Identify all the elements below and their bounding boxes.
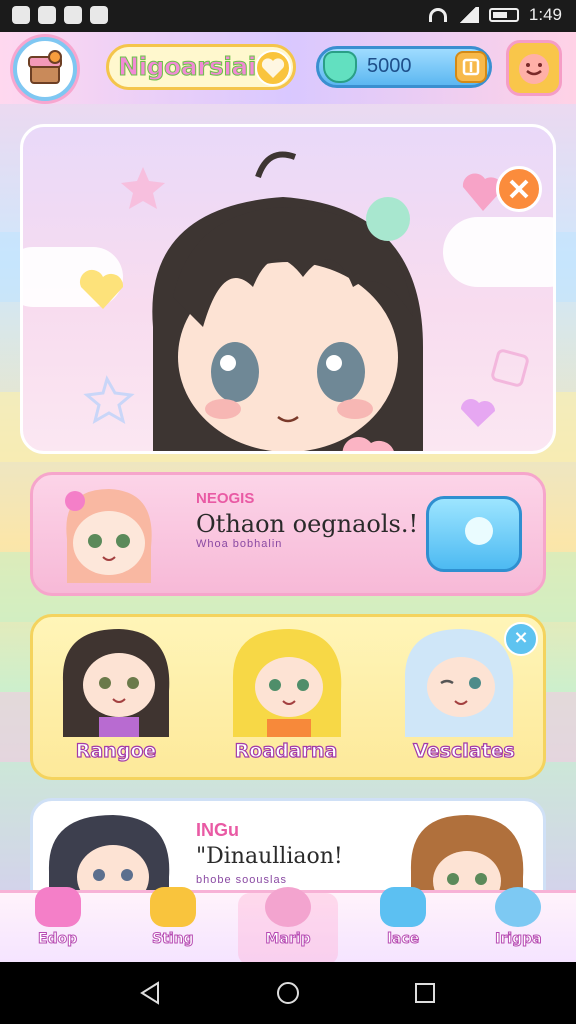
signal-icon [456, 7, 479, 23]
feature-badge: NEOGIS [196, 490, 255, 507]
main-character-illustration [79, 151, 529, 451]
status-bar: 1:49 [0, 0, 576, 32]
home-icon [34, 887, 81, 927]
character-portrait-3 [404, 629, 514, 737]
gem-icon [323, 51, 357, 83]
chat-icon [380, 887, 427, 927]
heart-icon [255, 50, 291, 86]
second-card-badge: INGu [196, 820, 239, 840]
nav-label: Marip [265, 931, 311, 948]
roster-close-button[interactable]: × [504, 622, 538, 656]
close-icon [509, 179, 529, 199]
close-button[interactable] [496, 166, 542, 212]
close-icon: × [513, 627, 529, 648]
second-card-subline: bhobe soouslas [196, 874, 288, 886]
nav-label: Sting [152, 931, 195, 948]
clock: 1:49 [528, 5, 562, 24]
ghost-icon [465, 517, 493, 545]
recents-icon[interactable] [412, 980, 438, 1006]
shop-icon [28, 50, 62, 84]
nav-label: Irigpa [495, 931, 542, 948]
system-status: 1:49 [428, 5, 562, 25]
roster-name-2[interactable]: Roadarna [216, 739, 356, 762]
nav-lace[interactable]: lace [353, 887, 453, 965]
system-navigation-bar [0, 962, 576, 1024]
character-icon [264, 887, 311, 927]
feature-subline: Whoa bobhalin [196, 538, 283, 550]
notification-icon [38, 6, 56, 24]
roster-name-3[interactable]: Vesclates [394, 739, 534, 762]
nav-sting[interactable]: Sting [123, 887, 223, 965]
second-card-headline: "Dinaulliaon! [196, 844, 343, 869]
ghost-icon [495, 887, 542, 927]
notification-icon [12, 6, 30, 24]
smiley-face-icon [519, 54, 549, 84]
bottom-navigation: Edop Sting Marip lace Irigpa [0, 887, 576, 965]
home-circle-icon[interactable] [275, 980, 301, 1006]
character-portrait-2 [232, 629, 342, 737]
star-cat-icon [149, 887, 196, 927]
roster-portraits [62, 629, 514, 737]
feature-headline: Othaon oegnaols.! [196, 510, 419, 538]
profile-button[interactable] [506, 40, 562, 96]
notification-icon [90, 6, 108, 24]
plus-icon [462, 58, 480, 76]
nav-label: Edop [37, 931, 78, 948]
character-showcase [20, 124, 556, 454]
gem-currency-counter[interactable]: 5000 [316, 46, 492, 88]
currency-amount: 5000 [367, 55, 412, 77]
game-title-banner: Nigoarsiai [106, 44, 296, 90]
top-bar: Nigoarsiai 5000 [0, 32, 576, 104]
game-screen: Nigoarsiai 5000 NEOGIS Othaon oegnaols.!… [0, 32, 576, 962]
chat-button[interactable] [426, 496, 522, 572]
add-currency-button[interactable] [455, 51, 487, 83]
character-portrait-1 [62, 629, 170, 737]
nav-marip[interactable]: Marip [237, 887, 338, 965]
nav-home[interactable]: Edop [8, 887, 108, 965]
back-icon[interactable] [138, 980, 164, 1006]
nav-label: lace [387, 931, 420, 948]
wifi-icon [428, 8, 447, 22]
player-avatar-button[interactable] [13, 37, 77, 101]
notification-icons [12, 6, 108, 24]
pink-hair-character-portrait [65, 489, 152, 583]
nav-irigpa[interactable]: Irigpa [468, 887, 568, 965]
game-title: Nigoarsiai [118, 52, 257, 82]
battery-icon [488, 8, 519, 22]
roster-name-1[interactable]: Rangoe [46, 739, 186, 762]
notification-icon [64, 6, 82, 24]
